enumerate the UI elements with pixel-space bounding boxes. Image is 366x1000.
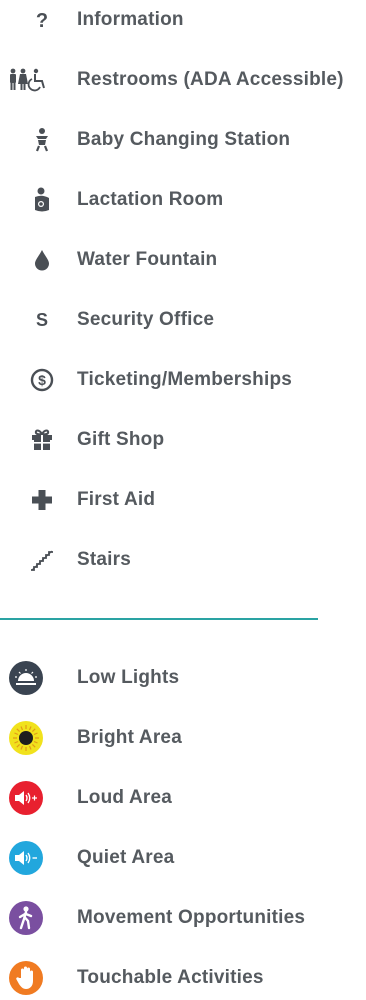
legend-item-loud-area: Loud Area (0, 778, 366, 818)
legend-item-quiet-area: Quiet Area (0, 838, 366, 878)
legend-item-water-fountain: Water Fountain (0, 240, 366, 280)
legend-label: Water Fountain (77, 249, 218, 270)
dollar-circle-icon: $ (22, 360, 62, 400)
legend-item-restrooms: Restrooms (ADA Accessible) (0, 60, 366, 100)
legend-label: First Aid (77, 489, 156, 510)
walking-person-icon (6, 898, 46, 938)
first-aid-cross-icon (22, 480, 62, 520)
legend-item-movement: Movement Opportunities (0, 898, 366, 938)
legend-label: Restrooms (ADA Accessible) (77, 69, 344, 90)
legend-item-baby-changing: Baby Changing Station (0, 120, 366, 160)
legend-item-stairs: Stairs (0, 540, 366, 580)
stairs-icon (22, 540, 62, 580)
legend-item-first-aid: First Aid (0, 480, 366, 520)
hand-icon (6, 958, 46, 998)
legend-label: Security Office (77, 309, 215, 330)
legend-label: Touchable Activities (77, 967, 264, 988)
legend-label: Low Lights (77, 667, 180, 688)
low-lights-icon (6, 658, 46, 698)
svg-text:?: ? (36, 10, 48, 31)
map-legend: ? Information Restrooms (ADA Accessible)… (0, 0, 366, 1000)
legend-label: Quiet Area (77, 847, 175, 868)
question-mark-icon: ? (22, 0, 62, 40)
legend-item-information: ? Information (0, 0, 366, 40)
legend-label: Movement Opportunities (77, 907, 306, 928)
legend-label: Stairs (77, 549, 132, 570)
legend-item-bright-area: Bright Area (0, 718, 366, 758)
security-s-icon: S (22, 300, 62, 340)
baby-changing-icon (22, 120, 62, 160)
legend-label: Baby Changing Station (77, 129, 291, 150)
legend-label: Gift Shop (77, 429, 165, 450)
bright-sun-icon (6, 718, 46, 758)
legend-label: Information (77, 9, 184, 30)
legend-label: Loud Area (77, 787, 173, 808)
section-divider (0, 618, 318, 620)
legend-label: Lactation Room (77, 189, 224, 210)
svg-text:$: $ (38, 372, 46, 388)
restroom-icon (6, 60, 64, 100)
legend-label: Ticketing/Memberships (77, 369, 293, 390)
svg-text:S: S (36, 310, 48, 330)
legend-item-ticketing: $ Ticketing/Memberships (0, 360, 366, 400)
legend-label: Bright Area (77, 727, 182, 748)
gift-icon (22, 420, 62, 460)
legend-item-touchable: Touchable Activities (0, 958, 366, 998)
lactation-icon (22, 180, 62, 220)
loud-speaker-icon (6, 778, 46, 818)
quiet-speaker-icon (6, 838, 46, 878)
water-drop-icon (22, 240, 62, 280)
legend-item-gift-shop: Gift Shop (0, 420, 366, 460)
legend-item-lactation: Lactation Room (0, 180, 366, 220)
legend-item-low-lights: Low Lights (0, 658, 366, 698)
legend-item-security: S Security Office (0, 300, 366, 340)
